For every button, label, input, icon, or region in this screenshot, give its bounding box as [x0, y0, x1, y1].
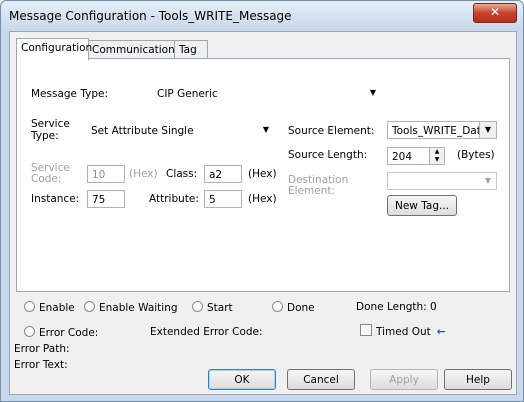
enable-waiting-label: Enable Waiting	[99, 302, 178, 314]
tab-label: Tag	[179, 44, 197, 56]
class-value: a2	[209, 169, 223, 181]
status-indicator-icon	[24, 301, 35, 312]
tab-label: Communication	[92, 44, 175, 56]
service-code-hex-label: (Hex)	[129, 168, 158, 180]
enable-status: Enable	[24, 301, 75, 314]
instance-field[interactable]: 75	[87, 190, 125, 208]
timed-out-checkbox[interactable]: Timed Out ←	[360, 324, 446, 338]
arrow-left-icon: ←	[436, 326, 446, 338]
cancel-button[interactable]: Cancel	[287, 369, 355, 390]
tab-tag[interactable]: Tag	[174, 40, 208, 59]
destination-element-select[interactable]: ▼	[387, 172, 497, 190]
spin-down-icon[interactable]: ▼	[430, 156, 444, 164]
checkbox-icon[interactable]	[360, 324, 372, 336]
spin-up-icon[interactable]: ▲	[430, 148, 444, 156]
start-status: Start	[192, 301, 233, 314]
help-button[interactable]: Help	[444, 369, 512, 390]
apply-button[interactable]: Apply	[370, 369, 438, 390]
new-tag-label: New Tag...	[394, 200, 450, 212]
tab-communication[interactable]: Communication	[87, 40, 176, 59]
error-code-label: Error Code:	[39, 327, 99, 339]
extended-error-code-label: Extended Error Code:	[150, 326, 263, 338]
destination-label-line2: Element:	[288, 185, 336, 197]
source-length-spinner[interactable]: ▲ ▼	[429, 148, 444, 164]
source-element-select[interactable]: Tools_WRITE_Data ▼	[387, 121, 497, 139]
tab-label: Configuration	[21, 42, 93, 54]
status-indicator-icon	[84, 301, 95, 312]
class-hex-label: (Hex)	[248, 168, 277, 180]
status-indicator-icon	[272, 301, 283, 312]
chevron-down-icon: ▼	[262, 125, 270, 134]
instance-label: Instance:	[31, 193, 80, 205]
chevron-down-icon: ▼	[479, 122, 496, 138]
ok-button[interactable]: OK	[208, 369, 276, 390]
apply-label: Apply	[389, 374, 419, 386]
service-type-value: Set Attribute Single	[91, 125, 194, 137]
error-code-status: Error Code:	[24, 326, 98, 339]
attribute-field[interactable]: 5	[204, 190, 242, 208]
message-type-value: CIP Generic	[157, 88, 218, 100]
source-element-value: Tools_WRITE_Data	[392, 125, 488, 137]
service-code-label-line2: Code:	[31, 173, 62, 185]
configuration-panel: Message Type: CIP Generic ▼ Service Type…	[16, 58, 510, 292]
close-icon: ✕	[489, 5, 501, 19]
done-status: Done	[272, 301, 315, 314]
message-type-select[interactable]: CIP Generic ▼	[153, 85, 381, 103]
service-type-label-line1: Service	[31, 118, 70, 130]
window-title: Message Configuration - Tools_WRITE_Mess…	[9, 9, 292, 23]
class-field[interactable]: a2	[204, 165, 242, 183]
error-path-label: Error Path:	[14, 343, 70, 355]
attribute-label: Attribute:	[149, 193, 199, 205]
chevron-down-icon: ▼	[369, 88, 377, 97]
start-label: Start	[207, 302, 233, 314]
bytes-label: (Bytes)	[457, 149, 495, 161]
service-type-label-line2: Type:	[31, 130, 59, 142]
instance-value: 75	[92, 194, 106, 206]
source-length-label: Source Length:	[288, 149, 368, 161]
status-indicator-icon	[24, 326, 35, 337]
message-type-label: Message Type:	[31, 88, 109, 100]
status-indicator-icon	[192, 301, 203, 312]
service-code-field[interactable]: 10	[87, 165, 125, 183]
service-code-value: 10	[92, 169, 106, 181]
chevron-down-icon: ▼	[484, 176, 492, 185]
cancel-label: Cancel	[303, 374, 339, 386]
service-type-select[interactable]: Set Attribute Single ▼	[87, 122, 274, 140]
dialog-body: Configuration Communication Tag Message …	[9, 31, 517, 395]
done-label: Done	[287, 302, 315, 314]
class-label: Class:	[166, 168, 198, 180]
done-length: Done Length: 0	[356, 301, 437, 313]
timed-out-label: Timed Out	[376, 326, 431, 338]
source-length-value: 204	[392, 151, 413, 163]
attribute-value: 5	[209, 194, 216, 206]
help-label: Help	[466, 374, 490, 386]
new-tag-button[interactable]: New Tag...	[387, 195, 457, 216]
error-text-label: Error Text:	[14, 359, 68, 371]
attribute-hex-label: (Hex)	[248, 193, 277, 205]
source-element-label: Source Element:	[288, 125, 375, 137]
title-bar[interactable]: Message Configuration - Tools_WRITE_Mess…	[1, 1, 523, 31]
enable-label: Enable	[39, 302, 75, 314]
close-button[interactable]: ✕	[473, 3, 517, 23]
message-configuration-dialog: Message Configuration - Tools_WRITE_Mess…	[0, 0, 524, 402]
enable-waiting-status: Enable Waiting	[84, 301, 178, 314]
tab-configuration[interactable]: Configuration	[16, 38, 93, 60]
ok-label: OK	[234, 374, 250, 386]
